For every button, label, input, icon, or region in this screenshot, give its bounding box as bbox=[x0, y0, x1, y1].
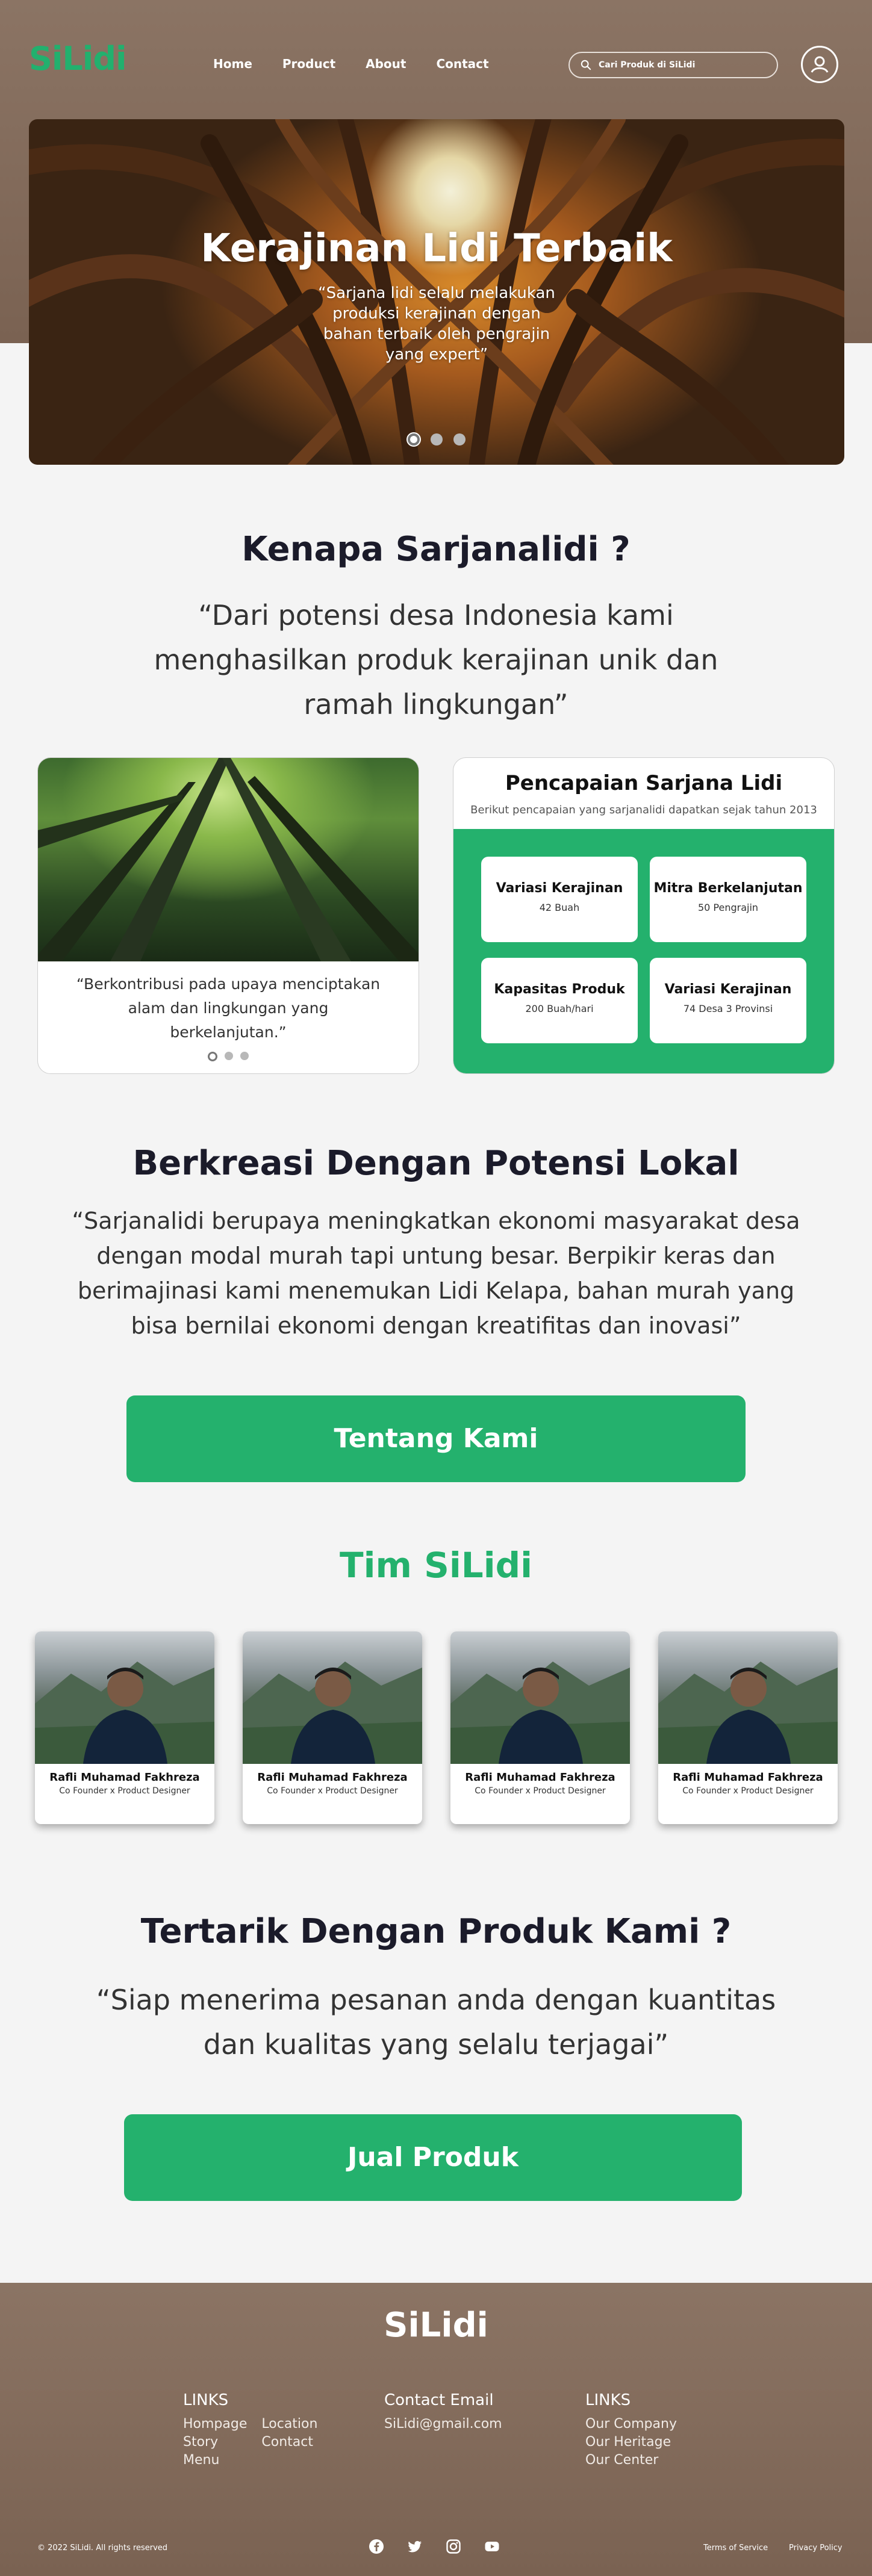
youtube-icon[interactable] bbox=[484, 2539, 500, 2554]
stat-label: Kapasitas Produk bbox=[494, 982, 625, 997]
footer-link[interactable]: Our Company bbox=[585, 2415, 677, 2433]
footer-heading: Contact Email bbox=[384, 2391, 494, 2409]
team-member-photo bbox=[243, 1631, 422, 1764]
footer-link[interactable]: Hompage bbox=[183, 2415, 247, 2433]
nav-product[interactable]: Product bbox=[282, 57, 335, 71]
team-member-photo bbox=[658, 1631, 838, 1764]
nav-home[interactable]: Home bbox=[213, 57, 252, 71]
team-member-name: Rafli Muhamad Fakhreza bbox=[49, 1771, 200, 1784]
team-member-role: Co Founder x Product Designer bbox=[475, 1786, 606, 1796]
team-member-card[interactable]: Rafli Muhamad Fakhreza Co Founder x Prod… bbox=[35, 1631, 214, 1824]
stat-card[interactable]: Kapasitas Produk 200 Buah/hari bbox=[481, 958, 638, 1043]
nature-dot-3[interactable] bbox=[240, 1052, 249, 1060]
stat-value: 200 Buah/hari bbox=[525, 1003, 594, 1014]
footer-heading: LINKS bbox=[183, 2391, 229, 2409]
team-member-role: Co Founder x Product Designer bbox=[682, 1786, 814, 1796]
nature-dot-2[interactable] bbox=[225, 1052, 233, 1060]
team-member-card[interactable]: Rafli Muhamad Fakhreza Co Founder x Prod… bbox=[658, 1631, 838, 1824]
footer-link[interactable]: Contact bbox=[261, 2433, 317, 2451]
achievements-card: Pencapaian Sarjana Lidi Berikut pencapai… bbox=[453, 757, 835, 1074]
nav-contact[interactable]: Contact bbox=[436, 57, 488, 71]
stat-value: 50 Pengrajin bbox=[697, 902, 759, 913]
nature-dots bbox=[38, 1052, 419, 1061]
team-member-photo bbox=[35, 1631, 214, 1764]
footer-link[interactable]: Our Center bbox=[585, 2451, 677, 2469]
local-quote: “Sarjanalidi berupaya meningkatkan ekono… bbox=[72, 1208, 800, 1339]
about-us-button[interactable]: Tentang Kami bbox=[126, 1395, 746, 1482]
stat-value: 74 Desa 3 Provinsi bbox=[683, 1003, 773, 1014]
footer: SiLidi LINKS Hompage Story Menu Location… bbox=[0, 2283, 872, 2576]
cta-section: Tertarik Dengan Produk Kami ? “Siap mene… bbox=[0, 1912, 872, 2067]
team-member-role: Co Founder x Product Designer bbox=[59, 1786, 190, 1796]
hero-dot-3[interactable] bbox=[453, 433, 466, 445]
footer-heading: LINKS bbox=[585, 2391, 631, 2409]
hero-title: Kerajinan Lidi Terbaik bbox=[201, 226, 673, 271]
forest-image bbox=[38, 758, 419, 961]
instagram-icon[interactable] bbox=[446, 2539, 461, 2554]
stat-card[interactable]: Mitra Berkelanjutan 50 Pengrajin bbox=[650, 857, 806, 942]
nav-links: Home Product About Contact bbox=[213, 57, 489, 71]
twitter-icon[interactable] bbox=[407, 2539, 423, 2554]
achievements-panel: Variasi Kerajinan 42 Buah Mitra Berkelan… bbox=[453, 829, 834, 1073]
nature-dot-1[interactable] bbox=[208, 1052, 217, 1061]
cta-title: Tertarik Dengan Produk Kami ? bbox=[140, 1912, 732, 1951]
hero-subtitle: “Sarjana lidi selalu melakukan produksi … bbox=[318, 284, 555, 364]
achievements-title: Pencapaian Sarjana Lidi bbox=[505, 771, 783, 795]
team-title: Tim SiLidi bbox=[340, 1545, 532, 1586]
stat-card[interactable]: Variasi Kerajinan 42 Buah bbox=[481, 857, 638, 942]
why-quote: “Dari potensi desa Indonesia kami mengha… bbox=[154, 599, 718, 721]
nature-card: “Berkontribusi pada upaya menciptakan al… bbox=[37, 757, 419, 1074]
social-links bbox=[369, 2539, 500, 2554]
local-section: Berkreasi Dengan Potensi Lokal “Sarjanal… bbox=[0, 1144, 872, 1343]
search-icon bbox=[581, 60, 591, 70]
copyright: © 2022 SiLidi. All rights reserved bbox=[37, 2543, 168, 2553]
hero-carousel: Kerajinan Lidi Terbaik “Sarjana lidi sel… bbox=[29, 119, 844, 465]
stat-label: Mitra Berkelanjutan bbox=[653, 881, 803, 896]
cta-quote: “Siap menerima pesanan anda dengan kuant… bbox=[96, 1984, 776, 2061]
hero-dot-2[interactable] bbox=[431, 433, 443, 445]
sell-product-button[interactable]: Jual Produk bbox=[124, 2114, 742, 2201]
footer-links-col-1: LINKS Hompage Story Menu Location Contac… bbox=[183, 2391, 317, 2469]
why-title: Kenapa Sarjanalidi ? bbox=[241, 530, 631, 569]
footer-logo[interactable]: SiLidi bbox=[0, 2306, 872, 2345]
privacy-policy-link[interactable]: Privacy Policy bbox=[789, 2543, 842, 2553]
local-title: Berkreasi Dengan Potensi Lokal bbox=[132, 1144, 740, 1183]
hero-dot-1[interactable] bbox=[408, 433, 420, 445]
hero-dots bbox=[29, 433, 844, 445]
team-member-card[interactable]: Rafli Muhamad Fakhreza Co Founder x Prod… bbox=[243, 1631, 422, 1824]
nav-about[interactable]: About bbox=[366, 57, 406, 71]
terms-of-service-link[interactable]: Terms of Service bbox=[703, 2543, 768, 2553]
stat-value: 42 Buah bbox=[539, 902, 580, 913]
nature-caption: “Berkontribusi pada upaya menciptakan al… bbox=[76, 975, 381, 1041]
team-member-role: Co Founder x Product Designer bbox=[267, 1786, 398, 1796]
team-member-name: Rafli Muhamad Fakhreza bbox=[465, 1771, 615, 1784]
facebook-icon[interactable] bbox=[369, 2539, 384, 2554]
footer-link[interactable]: Menu bbox=[183, 2451, 247, 2469]
stat-label: Variasi Kerajinan bbox=[496, 881, 623, 896]
why-section: Kenapa Sarjanalidi ? “Dari potensi desa … bbox=[0, 530, 872, 727]
search-bar[interactable] bbox=[568, 52, 778, 78]
search-input[interactable] bbox=[599, 60, 773, 70]
footer-link[interactable]: Location bbox=[261, 2415, 317, 2433]
footer-link[interactable]: Story bbox=[183, 2433, 247, 2451]
stat-card[interactable]: Variasi Kerajinan 74 Desa 3 Provinsi bbox=[650, 958, 806, 1043]
team-member-card[interactable]: Rafli Muhamad Fakhreza Co Founder x Prod… bbox=[450, 1631, 630, 1824]
footer-email[interactable]: SiLidi@gmail.com bbox=[384, 2415, 502, 2433]
footer-links-col-3: LINKS Our Company Our Heritage Our Cente… bbox=[585, 2391, 677, 2469]
team-section: Tim SiLidi bbox=[0, 1545, 872, 1586]
team-member-name: Rafli Muhamad Fakhreza bbox=[257, 1771, 408, 1784]
team-member-name: Rafli Muhamad Fakhreza bbox=[673, 1771, 823, 1784]
navbar: SiLidi Home Product About Contact bbox=[0, 0, 872, 129]
logo[interactable]: SiLidi bbox=[29, 40, 126, 78]
team-member-photo bbox=[450, 1631, 630, 1764]
footer-contact-col: Contact Email SiLidi@gmail.com bbox=[384, 2391, 502, 2433]
user-circle-icon bbox=[811, 56, 829, 73]
footer-link[interactable]: Our Heritage bbox=[585, 2433, 677, 2451]
user-account-button[interactable] bbox=[801, 46, 838, 83]
achievements-subtitle: Berikut pencapaian yang sarjanalidi dapa… bbox=[470, 804, 817, 816]
stat-label: Variasi Kerajinan bbox=[664, 982, 792, 997]
